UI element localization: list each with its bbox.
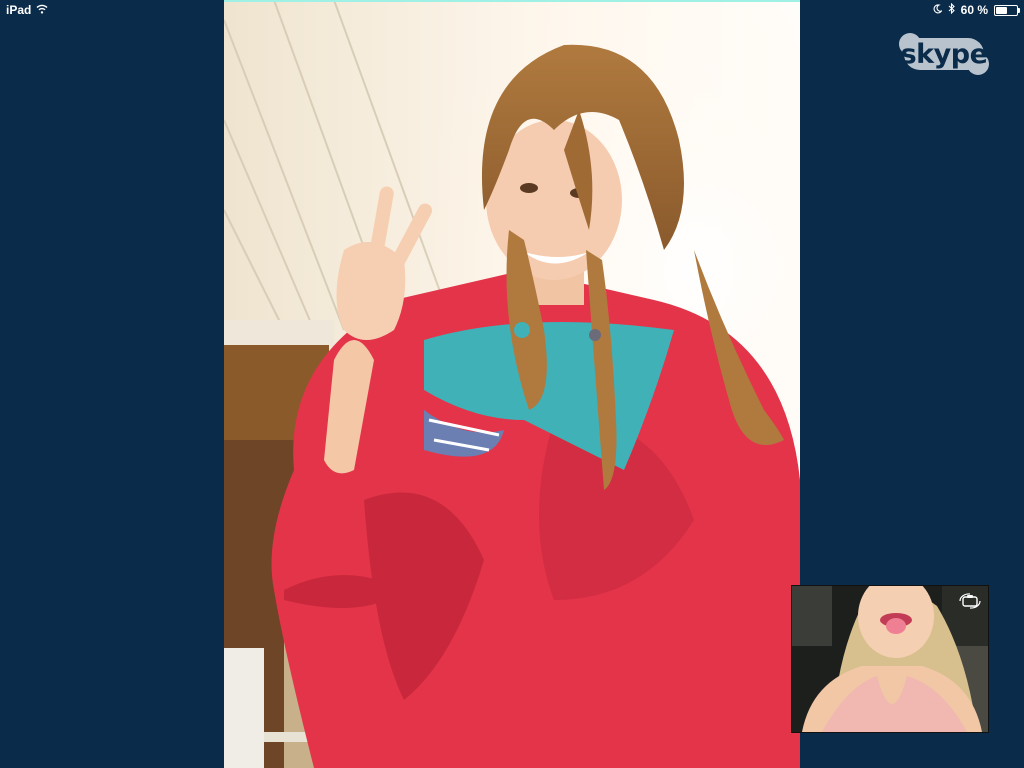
remote-video — [224, 0, 800, 768]
remote-video-frame — [224, 0, 800, 768]
moon-icon — [933, 3, 943, 17]
battery-percentage: 60 % — [960, 3, 988, 17]
bluetooth-icon — [948, 2, 955, 17]
battery-icon — [994, 4, 1020, 16]
camera-switch-button[interactable] — [958, 592, 982, 610]
skype-logo: skype — [896, 32, 992, 76]
status-right: 60 % — [933, 2, 1020, 17]
camera-switch-icon — [959, 593, 981, 609]
battery-level — [996, 6, 1007, 14]
skype-logo-text: skype — [900, 38, 988, 70]
remote-video-top-edge — [224, 0, 800, 2]
